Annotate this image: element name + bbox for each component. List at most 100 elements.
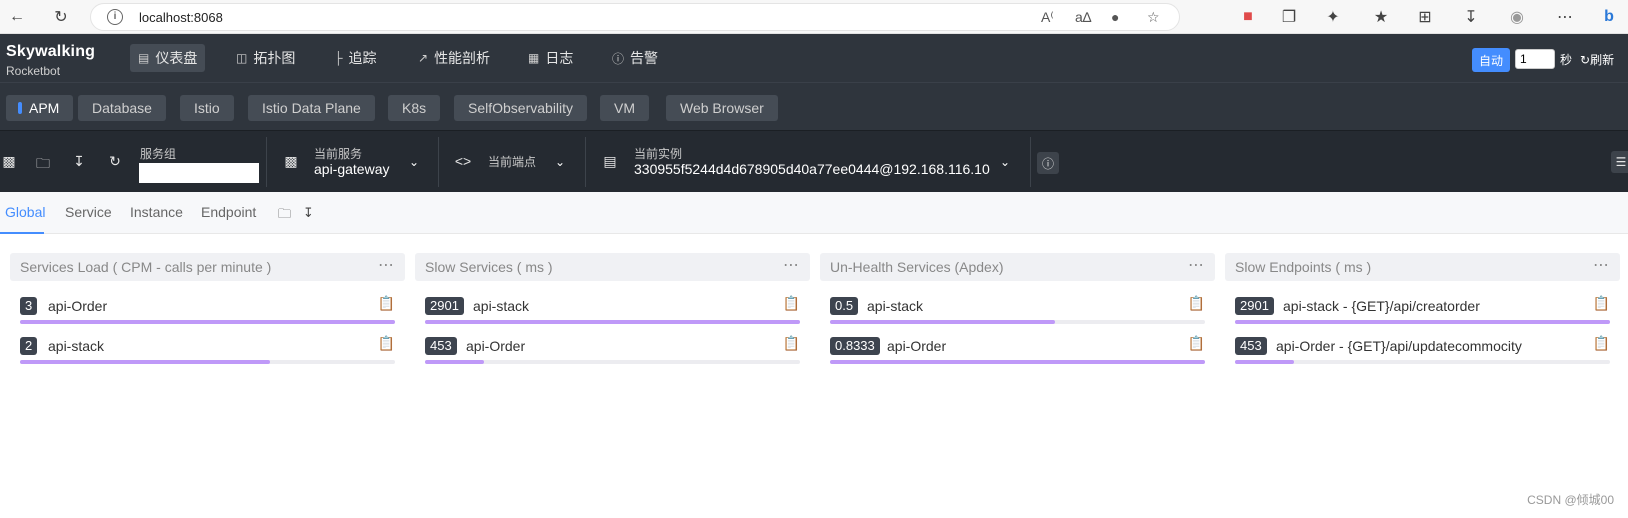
sync-icon[interactable]: ↻ [106,153,124,170]
back-arrow-icon[interactable]: ← [6,6,28,28]
more-icon[interactable]: ⋯ [1188,255,1205,275]
site-info-icon[interactable]: i [107,9,123,25]
list-item[interactable]: 453 api-Order - {GET}/api/updatecommocit… [1235,335,1610,369]
tab-endpoint[interactable]: Endpoint [201,204,256,220]
nav-dashboard[interactable]: ▤ 仪表盘 [130,44,206,72]
chevron-down-icon[interactable]: ⌄ [555,155,565,169]
chevron-down-icon[interactable]: ⌄ [1000,155,1010,169]
progress-fill [1235,360,1294,364]
read-aloud-icon[interactable]: A⁽ [1041,9,1054,26]
favorite-add-icon[interactable]: ☆ [1147,9,1160,26]
layer-tab-istio-data-plane[interactable]: Istio Data Plane [248,95,375,121]
layer-tab-istio[interactable]: Istio [180,95,234,121]
widget-header: Slow Endpoints ( ms ) ⋯ [1225,253,1620,281]
current-endpoint-label[interactable]: 当前端点 [488,153,536,170]
layer-tab-vm[interactable]: VM [600,95,649,121]
service-group-label: 服务组 [140,147,177,161]
auto-refresh-button[interactable]: 自动 [1472,48,1510,72]
list-item[interactable]: 2901 api-stack 📋 [425,295,800,329]
address-bar[interactable]: i localhost:8068 A⁽ a∆ ● ☆ [90,3,1180,31]
current-service-value[interactable]: api-gateway [314,161,390,177]
browser-toolbar: ← ↻ i localhost:8068 A⁽ a∆ ● ☆ ■ ❐ ✦ ★ ⊞… [0,0,1628,34]
copy-icon[interactable]: 📋 [378,335,395,352]
nav-label: 日志 [545,50,574,66]
bing-icon[interactable]: b [1598,6,1620,28]
menu-toggle-icon[interactable]: ☰ [1611,151,1628,173]
endpoint-icon: <> [454,153,472,169]
nav-topology[interactable]: ◫ 拓扑图 [228,44,303,72]
more-icon[interactable]: ⋯ [1593,255,1610,275]
download-icon[interactable]: ↧ [303,205,314,221]
list-item[interactable]: 2901 api-stack - {GET}/api/creatorder 📋 [1235,295,1610,329]
collections-icon[interactable]: ❐ [1278,6,1300,28]
download-icon[interactable]: ↧ [70,153,88,170]
profile-icon: ↗ [418,51,429,65]
more-icon[interactable]: ⋯ [378,255,395,275]
nav-label: 仪表盘 [155,50,198,66]
divider [1030,137,1031,187]
puzzle-icon[interactable]: ✦ [1322,6,1344,28]
copy-icon[interactable]: 📋 [378,295,395,312]
selector-bar: ▩ 🗀 ↧ ↻ 服务组 ▩ 当前服务 api-gateway ⌄ <> 当前端点… [0,130,1628,192]
widget-slow-endpoints: Slow Endpoints ( ms ) ⋯ 2901 api-stack -… [1225,253,1620,373]
copy-icon[interactable]: 📋 [783,295,800,312]
more-menu-icon[interactable]: ⋯ [1554,6,1576,28]
progress-track [425,360,800,364]
widget-unhealth-services: Un-Health Services (Apdex) ⋯ 0.5 api-sta… [820,253,1215,373]
trace-icon: ├ [334,51,343,65]
copy-icon[interactable]: 📋 [783,335,800,352]
progress-fill [830,360,1205,364]
layer-tab-selfobservability[interactable]: SelfObservability [454,95,588,121]
tab-service[interactable]: Service [65,204,112,220]
value-badge: 0.5 [830,297,859,315]
service-group-input[interactable] [139,163,259,183]
nav-profile[interactable]: ↗ 性能剖析 [410,44,498,72]
layer-tab-database[interactable]: Database [78,95,166,121]
item-name: api-Order [887,338,947,354]
nav-log[interactable]: ▦ 日志 [520,44,581,72]
current-instance-value[interactable]: 330955f5244d4d678905d40a77ee0444@192.168… [634,161,990,177]
refresh-button[interactable]: ↻刷新 [1580,51,1614,68]
active-tab-underline [0,232,44,234]
tab-global[interactable]: Global [5,204,45,220]
list-item[interactable]: 2 api-stack 📋 [20,335,395,369]
service-icon: ▩ [284,153,298,169]
logo: Skywalking [6,43,96,60]
value-badge: 453 [1235,337,1267,355]
copy-icon[interactable]: 📋 [1593,335,1610,352]
folder-icon[interactable]: 🗀 [278,205,291,227]
copy-icon[interactable]: 📋 [1188,335,1205,352]
copy-icon[interactable]: 📋 [1593,295,1610,312]
layer-tab-web-browser[interactable]: Web Browser [666,95,778,121]
item-name: api-stack - {GET}/api/creatorder [1283,298,1480,314]
item-name: api-stack [473,298,530,314]
download-icon[interactable]: ↧ [1460,6,1482,28]
more-icon[interactable]: ⋯ [783,255,800,275]
favorites-icon[interactable]: ★ [1370,6,1392,28]
list-item[interactable]: 0.8333 api-Order 📋 [830,335,1205,369]
chevron-down-icon[interactable]: ⌄ [409,155,419,169]
progress-track [1235,320,1610,324]
tracking-icon[interactable]: ● [1111,9,1119,25]
layer-tab-k8s[interactable]: K8s [388,95,441,121]
list-item[interactable]: 453 api-Order 📋 [425,335,800,369]
profile-avatar-icon[interactable]: ◉ [1506,6,1528,28]
interval-input[interactable]: 1 [1515,49,1555,69]
lock-icon[interactable]: ▩ [0,153,18,170]
progress-track [20,360,395,364]
translate-icon[interactable]: a∆ [1075,9,1091,25]
tab-actions-icon[interactable]: ⊞ [1414,6,1436,28]
progress-fill [830,320,1055,324]
list-item[interactable]: 0.5 api-stack 📋 [830,295,1205,329]
watermark: CSDN @倾城00 [1527,493,1614,507]
extension-icon[interactable]: ■ [1237,6,1259,28]
tab-instance[interactable]: Instance [130,204,183,220]
folder-icon[interactable]: 🗀 [34,153,52,177]
reload-icon[interactable]: ↻ [50,6,72,28]
layer-tab-apm[interactable]: APM [6,95,74,121]
copy-icon[interactable]: 📋 [1188,295,1205,312]
nav-trace[interactable]: ├ 追踪 [326,44,385,72]
nav-alarm[interactable]: ⓘ 告警 [604,44,666,72]
list-item[interactable]: 3 api-Order 📋 [20,295,395,329]
info-icon[interactable]: ⓘ [1037,152,1059,174]
